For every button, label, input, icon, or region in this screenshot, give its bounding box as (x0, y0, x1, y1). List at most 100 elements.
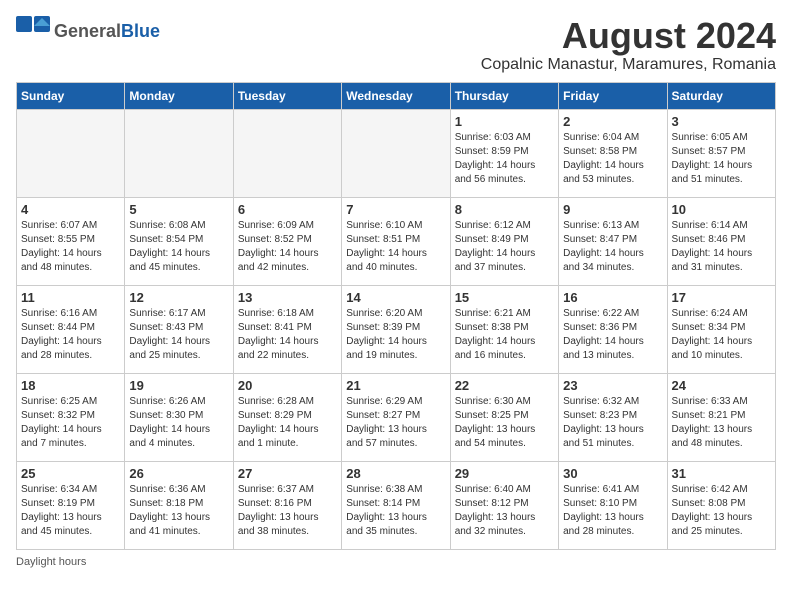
day-number: 26 (129, 466, 228, 481)
calendar-cell: 31 Sunrise: 6:42 AM Sunset: 8:08 PM Dayli… (667, 461, 775, 549)
calendar-cell: 29 Sunrise: 6:40 AM Sunset: 8:12 PM Dayli… (450, 461, 558, 549)
calendar-cell: 13 Sunrise: 6:18 AM Sunset: 8:41 PM Dayli… (233, 285, 341, 373)
logo-icon (16, 16, 52, 46)
day-number: 12 (129, 290, 228, 305)
day-number: 3 (672, 114, 771, 129)
day-number: 4 (21, 202, 120, 217)
weekday-tuesday: Tuesday (233, 82, 341, 109)
day-number: 29 (455, 466, 554, 481)
logo: GeneralBlue (16, 16, 160, 46)
calendar-cell (17, 109, 125, 197)
calendar-cell: 3 Sunrise: 6:05 AM Sunset: 8:57 PM Daylig… (667, 109, 775, 197)
day-info: Sunrise: 6:04 AM Sunset: 8:58 PM Dayligh… (563, 131, 662, 187)
week-row-1: 4 Sunrise: 6:07 AM Sunset: 8:55 PM Daylig… (17, 197, 776, 285)
month-title: August 2024 (481, 16, 776, 56)
day-info: Sunrise: 6:24 AM Sunset: 8:34 PM Dayligh… (672, 307, 771, 363)
day-info: Sunrise: 6:08 AM Sunset: 8:54 PM Dayligh… (129, 219, 228, 275)
week-row-2: 11 Sunrise: 6:16 AM Sunset: 8:44 PM Dayli… (17, 285, 776, 373)
day-info: Sunrise: 6:09 AM Sunset: 8:52 PM Dayligh… (238, 219, 337, 275)
calendar-cell: 8Sunrise: 6:12 AM Sunset: 8:49 PM Daylig… (450, 197, 558, 285)
day-number: 22 (455, 378, 554, 393)
day-number: 31 (672, 466, 771, 481)
title-section: August 2024 Copalnic Manastur, Maramures… (481, 16, 776, 74)
day-number: 14 (346, 290, 445, 305)
calendar-cell: 16Sunrise: 6:22 AM Sunset: 8:36 PM Dayli… (559, 285, 667, 373)
logo-blue-text: Blue (121, 21, 160, 41)
calendar-cell: 5 Sunrise: 6:08 AM Sunset: 8:54 PM Daylig… (125, 197, 233, 285)
calendar-cell: 1 Sunrise: 6:03 AM Sunset: 8:59 PM Daylig… (450, 109, 558, 197)
week-row-3: 18 Sunrise: 6:25 AM Sunset: 8:32 PM Dayli… (17, 373, 776, 461)
day-info: Sunrise: 6:40 AM Sunset: 8:12 PM Dayligh… (455, 483, 554, 539)
day-number: 25 (21, 466, 120, 481)
day-number: 1 (455, 114, 554, 129)
calendar-cell: 9Sunrise: 6:13 AM Sunset: 8:47 PM Daylig… (559, 197, 667, 285)
calendar-cell: 25Sunrise: 6:34 AM Sunset: 8:19 PM Dayli… (17, 461, 125, 549)
weekday-friday: Friday (559, 82, 667, 109)
calendar-cell: 14 Sunrise: 6:20 AM Sunset: 8:39 PM Dayli… (342, 285, 450, 373)
day-info: Sunrise: 6:07 AM Sunset: 8:55 PM Dayligh… (21, 219, 120, 275)
calendar-cell: 21 Sunrise: 6:29 AM Sunset: 8:27 PM Dayli… (342, 373, 450, 461)
location-title: Copalnic Manastur, Maramures, Romania (481, 56, 776, 74)
weekday-thursday: Thursday (450, 82, 558, 109)
calendar-table: SundayMondayTuesdayWednesdayThursdayFrid… (16, 82, 776, 550)
day-number: 23 (563, 378, 662, 393)
day-info: Sunrise: 6:42 AM Sunset: 8:08 PM Dayligh… (672, 483, 771, 539)
day-info: Sunrise: 6:05 AM Sunset: 8:57 PM Dayligh… (672, 131, 771, 187)
day-number: 21 (346, 378, 445, 393)
day-info: Sunrise: 6:03 AM Sunset: 8:59 PM Dayligh… (455, 131, 554, 187)
day-number: 11 (21, 290, 120, 305)
day-info: Sunrise: 6:32 AM Sunset: 8:23 PM Dayligh… (563, 395, 662, 451)
daylight-label: Daylight hours (16, 556, 86, 568)
day-number: 6 (238, 202, 337, 217)
calendar-cell: 10Sunrise: 6:14 AM Sunset: 8:46 PM Dayli… (667, 197, 775, 285)
calendar-cell: 17Sunrise: 6:24 AM Sunset: 8:34 PM Dayli… (667, 285, 775, 373)
calendar-cell: 27Sunrise: 6:37 AM Sunset: 8:16 PM Dayli… (233, 461, 341, 549)
calendar-cell (342, 109, 450, 197)
day-info: Sunrise: 6:18 AM Sunset: 8:41 PM Dayligh… (238, 307, 337, 363)
day-number: 24 (672, 378, 771, 393)
day-number: 18 (21, 378, 120, 393)
day-number: 19 (129, 378, 228, 393)
week-row-0: 1 Sunrise: 6:03 AM Sunset: 8:59 PM Daylig… (17, 109, 776, 197)
day-number: 7 (346, 202, 445, 217)
day-number: 8 (455, 202, 554, 217)
day-number: 2 (563, 114, 662, 129)
day-info: Sunrise: 6:25 AM Sunset: 8:32 PM Dayligh… (21, 395, 120, 451)
day-number: 15 (455, 290, 554, 305)
day-info: Sunrise: 6:13 AM Sunset: 8:47 PM Dayligh… (563, 219, 662, 275)
day-info: Sunrise: 6:20 AM Sunset: 8:39 PM Dayligh… (346, 307, 445, 363)
calendar-cell: 4 Sunrise: 6:07 AM Sunset: 8:55 PM Daylig… (17, 197, 125, 285)
day-info: Sunrise: 6:37 AM Sunset: 8:16 PM Dayligh… (238, 483, 337, 539)
day-number: 13 (238, 290, 337, 305)
day-info: Sunrise: 6:21 AM Sunset: 8:38 PM Dayligh… (455, 307, 554, 363)
day-number: 16 (563, 290, 662, 305)
day-info: Sunrise: 6:29 AM Sunset: 8:27 PM Dayligh… (346, 395, 445, 451)
day-info: Sunrise: 6:33 AM Sunset: 8:21 PM Dayligh… (672, 395, 771, 451)
calendar-cell: 11 Sunrise: 6:16 AM Sunset: 8:44 PM Dayli… (17, 285, 125, 373)
calendar-cell: 23 Sunrise: 6:32 AM Sunset: 8:23 PM Dayli… (559, 373, 667, 461)
calendar-cell: 20Sunrise: 6:28 AM Sunset: 8:29 PM Dayli… (233, 373, 341, 461)
calendar-cell: 22 Sunrise: 6:30 AM Sunset: 8:25 PM Dayli… (450, 373, 558, 461)
weekday-sunday: Sunday (17, 82, 125, 109)
calendar-cell: 30Sunrise: 6:41 AM Sunset: 8:10 PM Dayli… (559, 461, 667, 549)
day-info: Sunrise: 6:17 AM Sunset: 8:43 PM Dayligh… (129, 307, 228, 363)
day-info: Sunrise: 6:38 AM Sunset: 8:14 PM Dayligh… (346, 483, 445, 539)
calendar-cell: 18 Sunrise: 6:25 AM Sunset: 8:32 PM Dayli… (17, 373, 125, 461)
weekday-header-row: SundayMondayTuesdayWednesdayThursdayFrid… (17, 82, 776, 109)
day-number: 5 (129, 202, 228, 217)
calendar-cell: 24 Sunrise: 6:33 AM Sunset: 8:21 PM Dayli… (667, 373, 775, 461)
calendar-cell: 7 Sunrise: 6:10 AM Sunset: 8:51 PM Daylig… (342, 197, 450, 285)
calendar-cell: 19Sunrise: 6:26 AM Sunset: 8:30 PM Dayli… (125, 373, 233, 461)
calendar-cell: 12 Sunrise: 6:17 AM Sunset: 8:43 PM Dayli… (125, 285, 233, 373)
day-info: Sunrise: 6:41 AM Sunset: 8:10 PM Dayligh… (563, 483, 662, 539)
week-row-4: 25Sunrise: 6:34 AM Sunset: 8:19 PM Dayli… (17, 461, 776, 549)
day-info: Sunrise: 6:10 AM Sunset: 8:51 PM Dayligh… (346, 219, 445, 275)
day-info: Sunrise: 6:30 AM Sunset: 8:25 PM Dayligh… (455, 395, 554, 451)
day-number: 28 (346, 466, 445, 481)
logo-general-text: General (54, 21, 121, 41)
day-info: Sunrise: 6:16 AM Sunset: 8:44 PM Dayligh… (21, 307, 120, 363)
calendar-cell: 6 Sunrise: 6:09 AM Sunset: 8:52 PM Daylig… (233, 197, 341, 285)
calendar-cell (125, 109, 233, 197)
calendar-cell: 2 Sunrise: 6:04 AM Sunset: 8:58 PM Daylig… (559, 109, 667, 197)
day-info: Sunrise: 6:28 AM Sunset: 8:29 PM Dayligh… (238, 395, 337, 451)
